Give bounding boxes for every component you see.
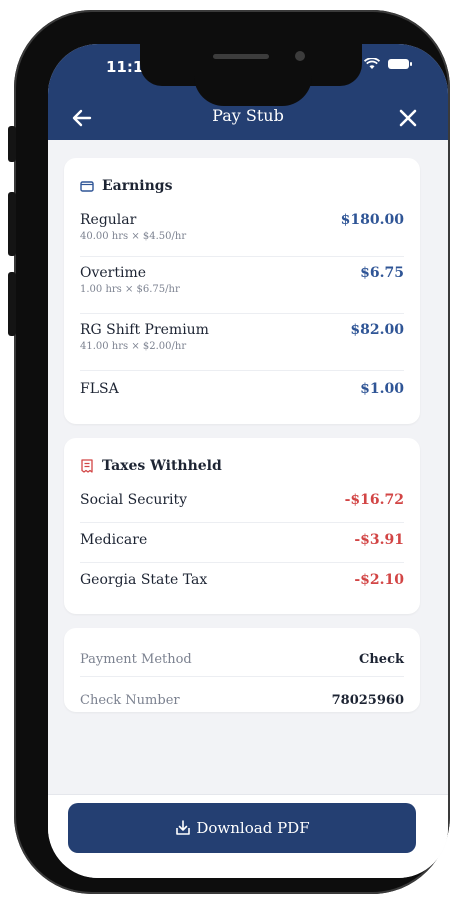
payment-method-row: Payment Method Check xyxy=(80,628,404,676)
earnings-title: Earnings xyxy=(102,178,173,194)
payment-method-value: Check xyxy=(359,651,404,667)
earning-name: FLSA xyxy=(80,381,119,397)
tax-amount: -$2.10 xyxy=(354,572,404,588)
volume-up-button xyxy=(8,192,16,256)
taxes-title: Taxes Withheld xyxy=(102,458,222,474)
close-icon xyxy=(399,109,417,127)
tax-amount: -$3.91 xyxy=(354,532,404,548)
tax-amount: -$16.72 xyxy=(344,492,404,508)
earnings-row-flsa: FLSA $1.00 xyxy=(80,370,404,417)
earning-detail: 1.00 hrs × $6.75/hr xyxy=(80,284,180,295)
earnings-row-regular: Regular 40.00 hrs × $4.50/hr $180.00 xyxy=(80,204,404,256)
download-pdf-button[interactable]: Download PDF xyxy=(68,803,416,853)
check-number-value: 78025960 xyxy=(331,692,404,708)
earning-name: Regular xyxy=(80,212,137,228)
earning-name: Overtime xyxy=(80,265,147,281)
camera xyxy=(295,51,305,61)
tax-row-georgia-state: Georgia State Tax -$2.10 xyxy=(80,562,404,602)
earning-amount: $82.00 xyxy=(350,322,404,338)
wifi-icon xyxy=(364,58,380,69)
earning-amount: $180.00 xyxy=(340,212,404,228)
earning-amount: $1.00 xyxy=(360,381,404,397)
check-number-label: Check Number xyxy=(80,692,180,708)
check-number-row: Check Number 78025960 xyxy=(80,676,404,715)
earnings-header: Earnings xyxy=(80,174,404,198)
download-icon xyxy=(176,820,191,835)
close-button[interactable] xyxy=(394,104,422,132)
footer-bar: Download PDF xyxy=(48,794,448,878)
phone-frame: 11:1 Pay Stub Earnings Regular 40.00 hrs… xyxy=(8,10,450,894)
speaker xyxy=(213,54,269,59)
app-screen: 11:1 Pay Stub Earnings Regular 40.00 hrs… xyxy=(48,44,448,878)
battery-icon xyxy=(388,59,412,69)
earning-name: RG Shift Premium xyxy=(80,322,209,338)
status-icons xyxy=(364,58,412,70)
scroll-content[interactable]: Earnings Regular 40.00 hrs × $4.50/hr $1… xyxy=(48,140,448,794)
volume-down-button xyxy=(8,272,16,336)
status-time: 11:1 xyxy=(106,58,144,76)
earning-detail: 41.00 hrs × $2.00/hr xyxy=(80,341,187,352)
tax-name: Medicare xyxy=(80,532,148,548)
taxes-header: Taxes Withheld xyxy=(80,454,404,478)
page-title: Pay Stub xyxy=(212,106,284,125)
tax-name: Georgia State Tax xyxy=(80,572,208,588)
payment-method-label: Payment Method xyxy=(80,651,192,667)
taxes-card: Taxes Withheld Social Security -$16.72 M… xyxy=(64,438,420,614)
tax-row-social-security: Social Security -$16.72 xyxy=(80,484,404,522)
download-pdf-label: Download PDF xyxy=(196,819,310,837)
payment-card: Payment Method Check Check Number 780259… xyxy=(64,628,420,712)
tax-name: Social Security xyxy=(80,492,188,508)
earnings-card: Earnings Regular 40.00 hrs × $4.50/hr $1… xyxy=(64,158,420,424)
app-header: 11:1 Pay Stub xyxy=(48,44,448,140)
earning-amount: $6.75 xyxy=(360,265,404,281)
earning-detail: 40.00 hrs × $4.50/hr xyxy=(80,231,187,242)
earnings-row-overtime: Overtime 1.00 hrs × $6.75/hr $6.75 xyxy=(80,256,404,313)
tax-row-medicare: Medicare -$3.91 xyxy=(80,522,404,562)
mute-switch xyxy=(8,126,16,162)
wallet-icon xyxy=(80,181,94,192)
earnings-row-shift-premium: RG Shift Premium 41.00 hrs × $2.00/hr $8… xyxy=(80,313,404,370)
receipt-icon xyxy=(81,459,93,473)
